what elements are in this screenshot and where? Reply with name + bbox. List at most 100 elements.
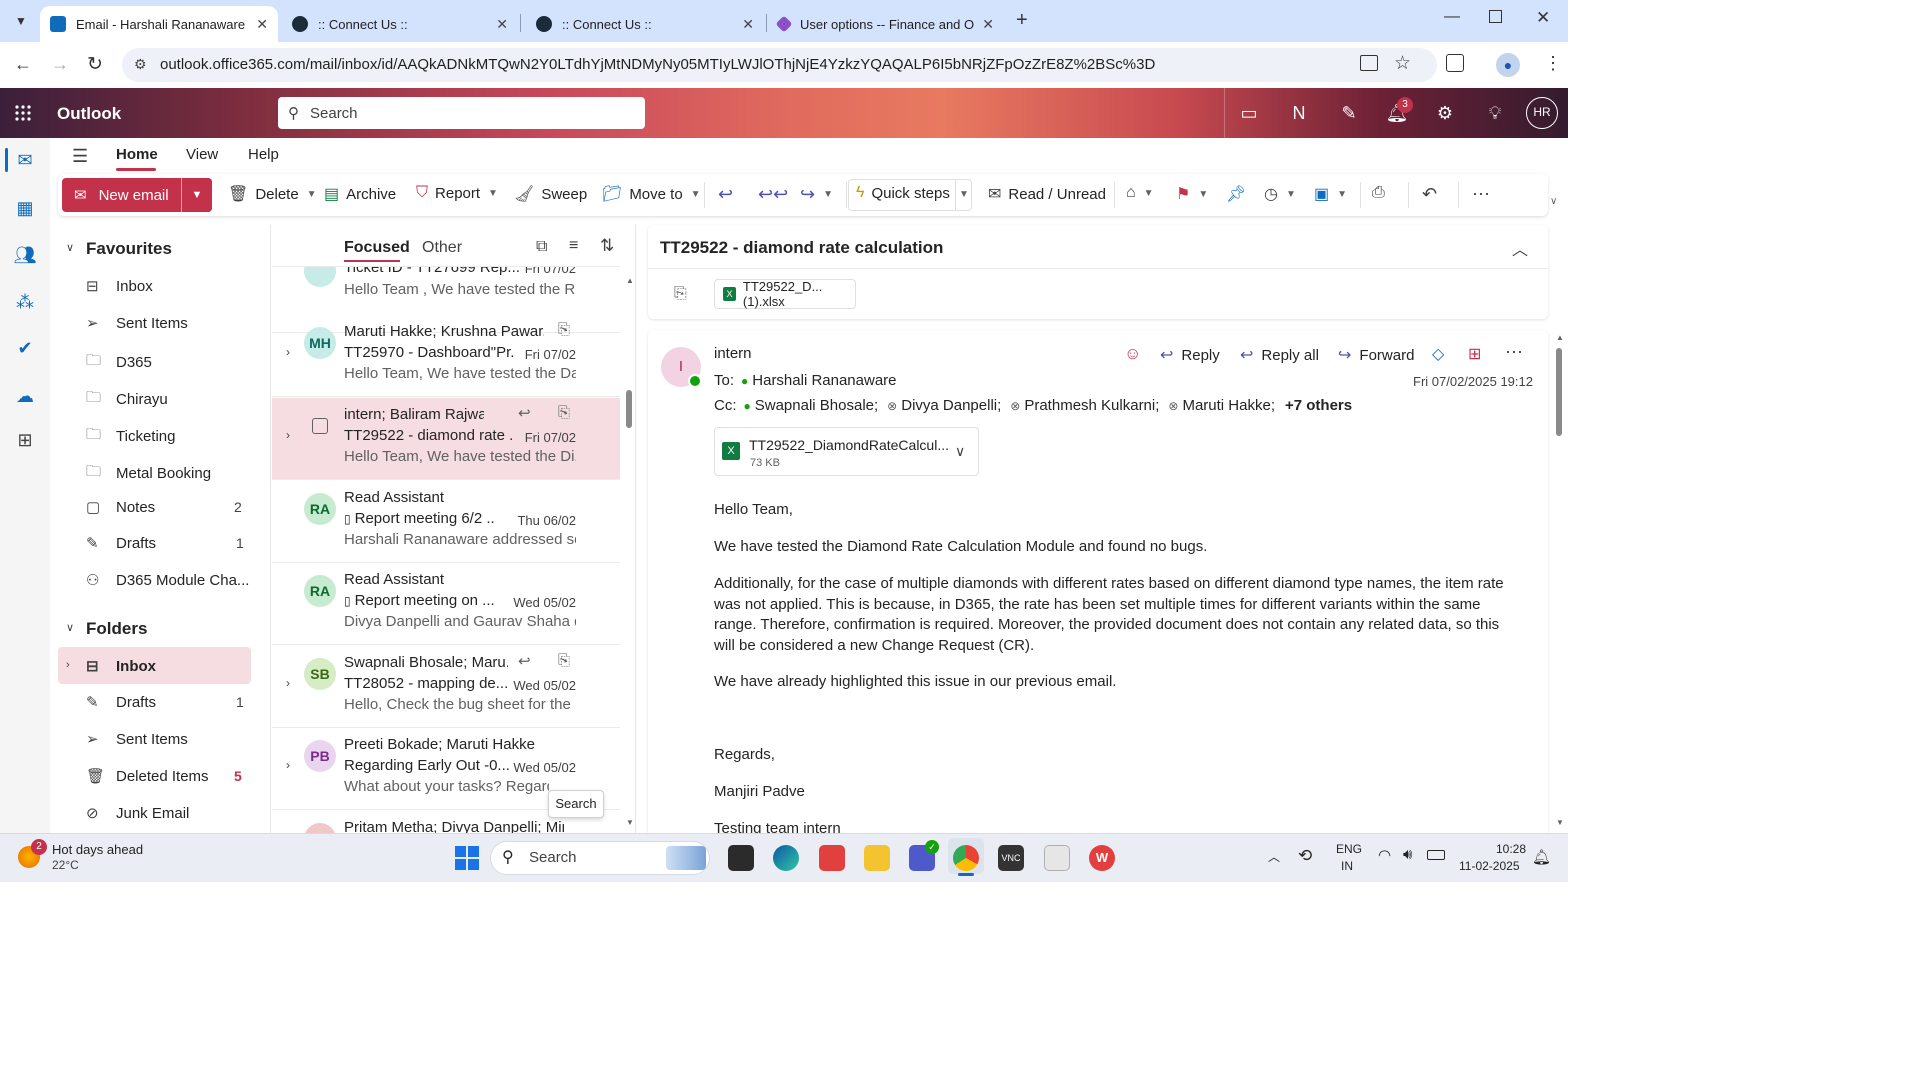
list-scrollbar-thumb[interactable]: [626, 390, 632, 428]
reply-toolbar-icon[interactable]: ↩: [718, 184, 733, 205]
close-window-icon[interactable]: ✕: [1536, 8, 1550, 28]
read-unread-button[interactable]: ✉ Read / Unread: [988, 184, 1106, 204]
fav-folder-drafts[interactable]: ✎ Drafts: [86, 534, 156, 553]
reading-scrollbar-thumb[interactable]: [1556, 348, 1562, 436]
close-tab-icon[interactable]: ✕: [256, 16, 268, 33]
weather-title[interactable]: Hot days ahead: [52, 842, 143, 857]
show-hidden-icons-chevron[interactable]: ︿: [1268, 848, 1280, 865]
chat-icon[interactable]: ▭: [1236, 100, 1262, 126]
list-item-selected[interactable]: › intern; Baliram Rajwad; ... ↩ ⎘ TT2952…: [272, 398, 620, 480]
bookmark-star-icon[interactable]: ☆: [1394, 52, 1411, 75]
wps-office-icon[interactable]: W: [1089, 845, 1115, 871]
windows-start-icon[interactable]: [455, 846, 479, 870]
expand-thread-icon[interactable]: ›: [286, 428, 290, 442]
fav-folder-ticketing[interactable]: 🗀︎ Ticketing: [86, 424, 175, 449]
list-item[interactable]: RA Read Assistant ▯ Report meeting on ...…: [272, 563, 620, 645]
tab-focused[interactable]: Focused: [344, 239, 410, 257]
anydesk-icon[interactable]: [819, 845, 845, 871]
task-view-icon[interactable]: [728, 845, 754, 871]
clock-time[interactable]: 10:28: [1466, 842, 1526, 856]
folders-header[interactable]: Folders: [86, 619, 147, 639]
chevron-down-icon[interactable]: ∨: [66, 621, 74, 634]
notifications-bell-icon[interactable]: 🔔︎: [1532, 848, 1551, 866]
new-email-dropdown-chevron-icon[interactable]: ▼: [182, 178, 212, 212]
folder-drafts[interactable]: ✎ Drafts: [86, 693, 156, 712]
browser-tab-user-options[interactable]: User options -- Finance and Op ✕: [768, 6, 1004, 42]
more-options-icon[interactable]: ⋯: [1472, 184, 1490, 205]
sender-name[interactable]: intern: [714, 345, 752, 362]
site-settings-icon[interactable]: ⚙: [134, 56, 147, 73]
top-attachment-chip[interactable]: X TT29522_D...(1).xlsx: [714, 279, 856, 309]
forward-icon[interactable]: →: [51, 54, 69, 75]
move-to-button[interactable]: 📁︎ Move to ▼: [602, 184, 701, 204]
wifi-icon[interactable]: ◠: [1378, 846, 1391, 864]
pin-icon[interactable]: 📌︎: [1226, 184, 1246, 204]
profile-icon[interactable]: ●: [1496, 53, 1520, 77]
sweep-button[interactable]: 🧹︎ Sweep: [514, 184, 587, 204]
tab-view[interactable]: View: [186, 146, 218, 163]
todo-check-icon[interactable]: ✔: [13, 336, 37, 360]
mail-icon[interactable]: ✉: [13, 148, 37, 172]
close-tab-icon[interactable]: ✕: [742, 16, 754, 33]
loop-icon[interactable]: ◇: [1432, 344, 1444, 364]
snooze-clock-icon[interactable]: ◷ ▼: [1264, 184, 1296, 204]
list-item[interactable]: › MH Maruti Hakke; Krushna Pawar... ⎘ TT…: [272, 315, 620, 397]
tab-other[interactable]: Other: [422, 239, 462, 257]
expand-thread-icon[interactable]: ›: [286, 345, 290, 359]
browser-tab-outlook[interactable]: Email - Harshali Rananaware - O ✕: [40, 6, 278, 42]
list-item[interactable]: › SB Swapnali Bhosale; Maru... ↩ ⎘ TT280…: [272, 646, 620, 728]
onenote-icon[interactable]: N: [1286, 100, 1312, 126]
battery-icon[interactable]: [1427, 850, 1445, 860]
message-more-icon[interactable]: ⋯: [1505, 342, 1523, 363]
list-item[interactable]: RA Read Assistant ▯ Report meeting 6/2 ..…: [272, 481, 620, 563]
recipient[interactable]: Divya Danpelli;: [901, 397, 1001, 414]
edge-browser-icon[interactable]: [773, 845, 799, 871]
fav-folder-chirayu[interactable]: 🗀︎ Chirayu: [86, 387, 168, 412]
hamburger-menu-icon[interactable]: ☰: [72, 146, 88, 167]
apps-grid-icon[interactable]: ⊞: [1468, 344, 1481, 364]
sort-icon[interactable]: ⇅: [600, 236, 614, 256]
recipient[interactable]: Harshali Rananaware: [752, 372, 896, 389]
scroll-up-icon[interactable]: ▲: [626, 276, 634, 285]
browser-tab-connect-2[interactable]: :: Connect Us :: ✕: [526, 6, 764, 42]
tab-home[interactable]: Home: [116, 146, 158, 163]
fav-folder-inbox[interactable]: ⊟ Inbox: [86, 277, 153, 296]
attachment-chevron-down-icon[interactable]: ∨: [955, 443, 965, 460]
volume-icon[interactable]: 🔊︎: [1403, 846, 1412, 863]
minimize-icon[interactable]: —: [1444, 8, 1460, 26]
tag-icon[interactable]: ⌂ ▼: [1126, 184, 1154, 202]
recipient[interactable]: Swapnali Bhosale;: [755, 397, 878, 414]
folder-deleted-items[interactable]: 🗑︎ Deleted Items: [86, 767, 209, 786]
language-eng[interactable]: ENG: [1336, 842, 1362, 856]
fav-folder-metal-booking[interactable]: 🗀︎ Metal Booking: [86, 461, 211, 486]
fav-folder-d365-module[interactable]: ⚇ D365 Module Cha...: [86, 571, 249, 590]
close-tab-icon[interactable]: ✕: [982, 16, 994, 33]
chrome-icon[interactable]: [953, 845, 979, 871]
more-apps-icon[interactable]: ⊞: [13, 428, 37, 452]
reading-scroll-up-icon[interactable]: ▲: [1556, 333, 1564, 342]
calendar-icon[interactable]: ▦: [13, 196, 37, 220]
undo-icon[interactable]: ↶: [1422, 184, 1437, 205]
select-mode-icon[interactable]: ⧉: [536, 238, 547, 256]
report-button[interactable]: ⛉ Report ▼: [416, 184, 498, 202]
fav-folder-d365[interactable]: 🗀︎ D365: [86, 350, 152, 375]
favourites-header[interactable]: Favourites: [86, 239, 172, 259]
sync-icon[interactable]: ⟲: [1298, 846, 1312, 866]
extensions-icon[interactable]: [1446, 54, 1464, 72]
groups-icon[interactable]: ⁂: [13, 290, 37, 314]
forward-button[interactable]: ↪ Forward: [1338, 345, 1414, 365]
expand-thread-icon[interactable]: ›: [286, 758, 290, 772]
select-checkbox[interactable]: [312, 418, 328, 434]
reply-button[interactable]: ↩ Reply: [1160, 345, 1220, 365]
filter-icon[interactable]: ≡: [569, 237, 578, 255]
folder-junk-email[interactable]: ⊘ Junk Email: [86, 804, 189, 823]
app-launcher-icon[interactable]: [14, 104, 32, 122]
chevron-down-icon[interactable]: ∨: [66, 241, 74, 254]
vnc-viewer-icon[interactable]: VNC: [998, 845, 1024, 871]
lightbulb-icon[interactable]: 💡︎: [1482, 100, 1508, 126]
app-title[interactable]: Outlook: [57, 104, 121, 124]
recipient[interactable]: Maruti Hakke;: [1182, 397, 1275, 414]
new-tab-icon[interactable]: +: [1016, 9, 1028, 32]
print-icon[interactable]: ⎙: [1372, 184, 1385, 202]
settings-gear-icon[interactable]: ⚙: [1432, 100, 1458, 126]
